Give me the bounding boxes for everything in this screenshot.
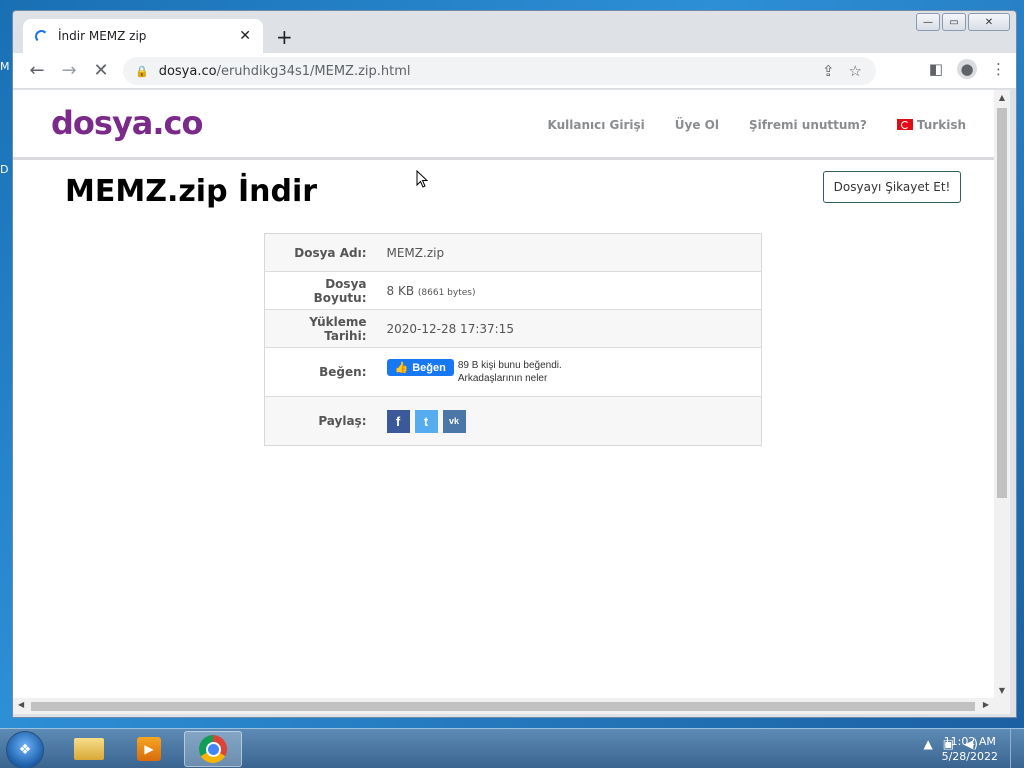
stop-loading-icon[interactable]: ✕ <box>85 55 117 87</box>
taskbar-media-player[interactable]: ▶ <box>120 731 178 767</box>
site-logo-text: dosya.co <box>51 104 203 142</box>
share-label: Paylaş: <box>264 396 377 446</box>
scroll-left-icon[interactable]: ◀ <box>18 700 24 709</box>
facebook-like-widget: 👍 Beğen 89 B kişi bunu beğendi. Arkadaşlar… <box>386 359 752 385</box>
folder-icon <box>74 738 104 760</box>
url-path: /eruhdikg34s1/MEMZ.zip.html <box>216 63 411 79</box>
browser-window: — ▭ ✕ İndir MEMZ zip ✕ + ← → ✕ 🔒 dosya.c… <box>12 10 1017 718</box>
facebook-share-icon[interactable]: f <box>386 409 410 433</box>
scroll-down-icon[interactable]: ▼ <box>994 686 1010 695</box>
vertical-scroll-thumb[interactable] <box>997 108 1007 498</box>
scroll-right-icon[interactable]: ▶ <box>983 700 989 709</box>
chrome-icon <box>199 735 227 763</box>
facebook-like-button[interactable]: 👍 Beğen <box>386 359 454 376</box>
thumbs-up-icon: 👍 <box>394 362 409 374</box>
like-cell: 👍 Beğen 89 B kişi bunu beğendi. Arkadaşlar… <box>376 347 762 397</box>
horizontal-scrollbar[interactable]: ◀ ▶ <box>13 698 1010 714</box>
mouse-cursor-icon <box>416 170 428 188</box>
language-selector[interactable]: Turkish <box>896 118 966 132</box>
file-size-bytes: (8661 bytes) <box>417 287 476 298</box>
tray-expand-icon[interactable]: ▲ <box>924 737 933 751</box>
toolbar-right: ◧ ● ⋮ <box>929 59 1006 79</box>
new-tab-button[interactable]: + <box>276 25 293 49</box>
language-label: Turkish <box>916 118 966 132</box>
file-size-cell: 8 KB (8661 bytes) <box>376 271 762 310</box>
browser-toolbar: ← → ✕ 🔒 dosya.co/eruhdikg34s1/MEMZ.zip.h… <box>13 53 1016 89</box>
clock-time: 11:02 AM <box>943 735 996 748</box>
like-label: Beğen: <box>264 347 377 397</box>
like-button-label: Beğen <box>412 361 446 374</box>
url-text[interactable]: dosya.co/eruhdikg34s1/MEMZ.zip.html <box>159 64 822 79</box>
tab-close-icon[interactable]: ✕ <box>239 28 251 44</box>
tab-title: İndir MEMZ zip <box>58 29 147 43</box>
table-row: Paylaş: f t vk <box>264 396 762 446</box>
close-window-button[interactable]: ✕ <box>968 13 1010 31</box>
taskbar: ❖ ▶ ▲ ▣ ◀) 11:02 AM 5/28/2022 <box>0 728 1024 768</box>
show-desktop-button[interactable] <box>1010 729 1024 768</box>
share-page-icon[interactable]: ⇪ <box>822 62 835 80</box>
nav-forgot-password-link[interactable]: Şifremi unuttum? <box>749 118 867 132</box>
upload-date-value: 2020-12-28 17:37:15 <box>376 309 762 348</box>
vertical-scrollbar[interactable]: ▲ ▼ <box>994 90 1010 698</box>
file-size-value: 8 KB <box>386 283 415 298</box>
site-logo[interactable]: dosya.co <box>51 104 203 142</box>
desktop-icon-fragment: M <box>0 60 10 73</box>
table-row: Dosya Boyutu: 8 KB (8661 bytes) <box>264 271 762 310</box>
nav-login-link[interactable]: Kullanıcı Girişi <box>547 118 644 132</box>
address-bar[interactable]: 🔒 dosya.co/eruhdikg34s1/MEMZ.zip.html ⇪ … <box>123 57 876 85</box>
taskbar-explorer[interactable] <box>60 731 118 767</box>
twitter-share-icon[interactable]: t <box>414 409 438 433</box>
site-nav: Kullanıcı Girişi Üye Ol Şifremi unuttum?… <box>547 118 966 132</box>
nav-register-link[interactable]: Üye Ol <box>675 118 719 132</box>
minimize-button[interactable]: — <box>916 13 940 31</box>
file-name-label: Dosya Adı: <box>294 245 367 260</box>
table-row: Dosya Adı: MEMZ.zip <box>264 233 762 272</box>
upload-date-label: Yükleme Tarihi: <box>264 309 377 348</box>
file-name-value: MEMZ.zip <box>386 245 445 260</box>
share-cell: f t vk <box>376 396 762 446</box>
lock-icon: 🔒 <box>135 64 149 78</box>
back-icon[interactable]: ← <box>21 55 53 87</box>
taskbar-chrome[interactable] <box>184 731 242 767</box>
table-row: Yükleme Tarihi: 2020-12-28 17:37:15 <box>264 309 762 348</box>
browser-tab[interactable]: İndir MEMZ zip ✕ <box>23 19 263 53</box>
like-count-line2: Arkadaşlarının neler <box>457 373 548 384</box>
menu-icon[interactable]: ⋮ <box>991 60 1006 78</box>
desktop-icon-fragment: D <box>0 163 9 176</box>
start-button[interactable]: ❖ <box>6 731 44 768</box>
window-caption-buttons: — ▭ ✕ <box>916 13 1010 31</box>
turkey-flag-icon <box>896 119 913 130</box>
file-info-table: Dosya Adı: MEMZ.zip Dosya Boyutu: 8 KB (… <box>264 233 762 446</box>
clock[interactable]: 11:02 AM 5/28/2022 <box>942 734 998 764</box>
scroll-up-icon[interactable]: ▲ <box>994 93 1010 102</box>
url-host: dosya.co <box>158 63 217 79</box>
bookmark-star-icon[interactable]: ☆ <box>849 62 862 80</box>
forward-icon[interactable]: → <box>53 55 85 87</box>
media-player-icon: ▶ <box>137 737 161 761</box>
profile-avatar-icon[interactable]: ● <box>957 59 977 79</box>
share-buttons: f t vk <box>386 409 752 433</box>
vk-share-icon[interactable]: vk <box>442 409 466 433</box>
loading-spinner-icon <box>35 29 48 43</box>
file-size-label: Dosya Boyutu: <box>264 271 377 310</box>
horizontal-scroll-thumb[interactable] <box>31 702 975 711</box>
site-header: dosya.co Kullanıcı Girişi Üye Ol Şifremi… <box>13 90 994 160</box>
report-file-button[interactable]: Dosyayı Şikayet Et! <box>823 171 961 203</box>
clock-date: 5/28/2022 <box>941 750 998 763</box>
page-title: MEMZ.zip İndir <box>65 174 318 209</box>
maximize-button[interactable]: ▭ <box>942 13 966 31</box>
page-viewport: dosya.co Kullanıcı Girişi Üye Ol Şifremi… <box>13 90 994 698</box>
table-row: Beğen: 👍 Beğen 89 B kişi bunu beğendi. Ark… <box>264 347 762 397</box>
side-panel-icon[interactable]: ◧ <box>929 60 943 78</box>
like-count-line1: 89 B kişi bunu beğendi. <box>457 360 562 371</box>
like-count-text: 89 B kişi bunu beğendi. Arkadaşlarının ne… <box>458 359 562 385</box>
